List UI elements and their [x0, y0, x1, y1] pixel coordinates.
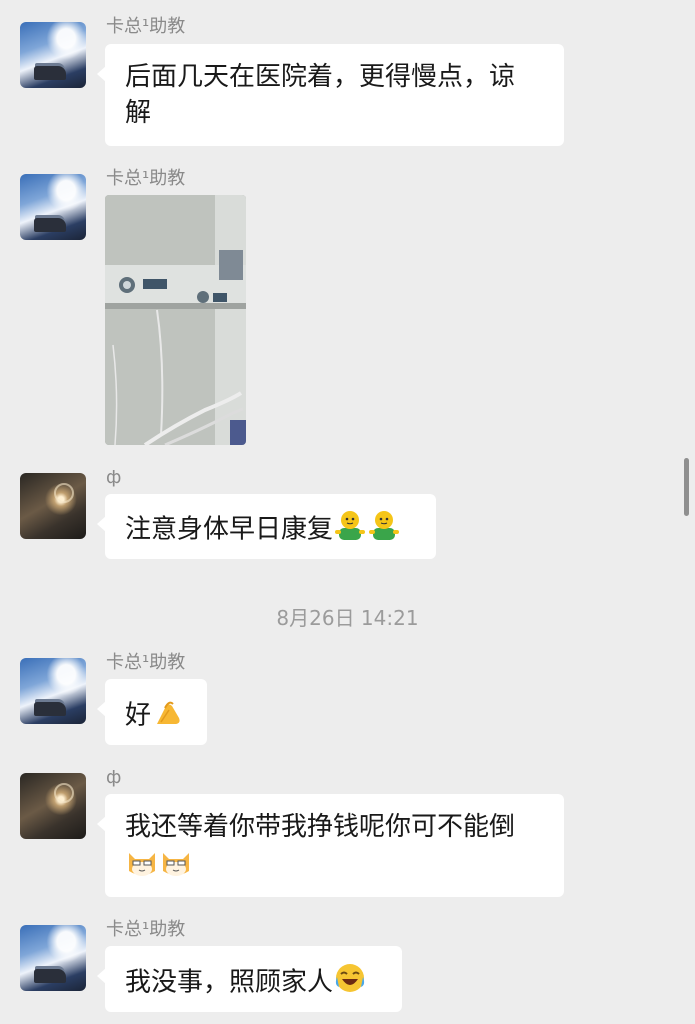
avatar-mountain-icon[interactable] — [20, 174, 86, 240]
sender-name: 卡总¹助教 — [106, 16, 186, 37]
message-text-line1: 后面几天在医院着，更得慢点，谅 — [125, 62, 516, 92]
green-shirt-person-emoji-icon — [367, 508, 401, 552]
avatar-lamp-icon[interactable] — [20, 773, 86, 839]
timestamp: 8月26日 14:21 — [276, 606, 419, 630]
message-bubble[interactable]: 好 — [97, 679, 207, 745]
green-shirt-person-emoji-icon — [333, 508, 367, 552]
avatar-mountain-icon[interactable] — [20, 658, 86, 724]
cat-face-emoji-icon — [125, 845, 159, 889]
message-text: 注意身体早日康复 — [125, 514, 334, 545]
avatar-mountain-icon[interactable] — [20, 22, 86, 88]
message-text-line2: 解 — [125, 98, 152, 128]
sender-name: 卡总¹助教 — [106, 919, 186, 940]
crying-laughing-emoji-icon — [333, 961, 367, 1005]
sender-name: 卡总¹助教 — [106, 168, 186, 189]
hospital-bed-photo-icon[interactable] — [105, 195, 246, 445]
cat-face-emoji-icon — [159, 845, 193, 889]
avatar-lamp-icon[interactable] — [20, 473, 86, 539]
pinched-hand-emoji-icon — [151, 694, 185, 738]
sender-name: ф — [106, 467, 122, 488]
message-bubble[interactable]: 我没事，照顾家人 — [97, 946, 402, 1012]
sender-name: ф — [106, 767, 122, 788]
message-text: 我没事，照顾家人 — [125, 967, 334, 998]
message-bubble[interactable]: 后面几天在医院着，更得慢点，谅 解 — [97, 44, 564, 146]
avatar-mountain-icon[interactable] — [20, 925, 86, 991]
scrollbar[interactable] — [684, 458, 689, 516]
message-text: 我还等着你带我挣钱呢你可不能倒 — [125, 812, 516, 842]
message-text: 好 — [125, 700, 152, 731]
message-bubble[interactable]: 注意身体早日康复 — [97, 494, 436, 559]
message-bubble[interactable]: 我还等着你带我挣钱呢你可不能倒 — [97, 794, 564, 897]
sender-name: 卡总¹助教 — [106, 652, 186, 673]
